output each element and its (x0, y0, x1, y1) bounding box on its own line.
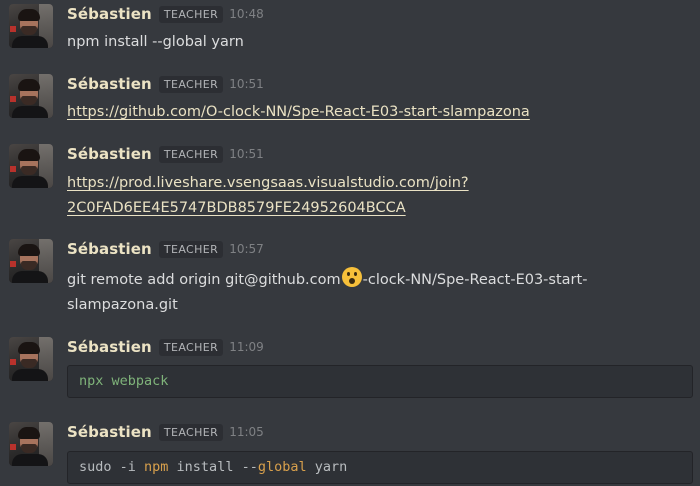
role-badge: TEACHER (158, 338, 224, 356)
code-block: sudo -i npm install --global yarn (67, 451, 693, 484)
role-badge: TEACHER (158, 423, 224, 441)
role-badge: TEACHER (158, 5, 224, 23)
message-header: Sébastien TEACHER 10:51 (67, 144, 264, 164)
message-text: https://prod.liveshare.vsengsaas.visuals… (67, 171, 677, 221)
message-text-part1: git remote add origin git@github.com (67, 272, 341, 288)
code-token: yarn (306, 459, 348, 475)
author-name[interactable]: Sébastien (67, 240, 152, 258)
message-text: npm install --global yarn (67, 34, 244, 50)
code-token: install -- (168, 459, 258, 475)
github-link[interactable]: https://github.com/O-clock-NN/Spe-React-… (67, 104, 530, 120)
message-header: Sébastien TEACHER 11:05 (67, 422, 264, 442)
message-header: Sébastien TEACHER 11:09 (67, 337, 264, 357)
avatar[interactable] (9, 239, 53, 283)
avatar[interactable] (9, 74, 53, 118)
timestamp: 11:05 (229, 425, 264, 439)
message-text-line2: slampazona.git (67, 297, 178, 313)
timestamp: 10:51 (229, 77, 264, 91)
code-text: npx webpack (79, 373, 169, 389)
message-header: Sébastien TEACHER 10:51 (67, 74, 264, 94)
message-header: Sébastien TEACHER 10:48 (67, 4, 264, 24)
author-name[interactable]: Sébastien (67, 145, 152, 163)
message-text-part2: -clock-NN/Spe-React-E03-start- (362, 272, 588, 288)
timestamp: 10:57 (229, 242, 264, 256)
message-header: Sébastien TEACHER 10:57 (67, 239, 264, 259)
avatar[interactable] (9, 337, 53, 381)
avatar[interactable] (9, 4, 53, 48)
author-name[interactable]: Sébastien (67, 75, 152, 93)
author-name[interactable]: Sébastien (67, 5, 152, 23)
author-name[interactable]: Sébastien (67, 338, 152, 356)
avatar[interactable] (9, 422, 53, 466)
liveshare-link-line2[interactable]: 2C0FAD6EE4E5747BDB8579FE24952604BCCA (67, 200, 406, 216)
code-token: sudo -i (79, 459, 145, 475)
role-badge: TEACHER (158, 75, 224, 93)
author-name[interactable]: Sébastien (67, 423, 152, 441)
code-token-keyword: global (257, 459, 307, 475)
astonished-face-icon (341, 267, 362, 287)
code-block: npx webpack (67, 365, 693, 398)
code-token-keyword: npm (144, 459, 169, 475)
role-badge: TEACHER (158, 145, 224, 163)
message-text: https://github.com/O-clock-NN/Spe-React-… (67, 100, 677, 125)
timestamp: 10:48 (229, 7, 264, 21)
timestamp: 11:09 (229, 340, 264, 354)
role-badge: TEACHER (158, 240, 224, 258)
message-text: git remote add origin git@github.com -clo… (67, 267, 677, 318)
avatar[interactable] (9, 144, 53, 188)
liveshare-link-line1[interactable]: https://prod.liveshare.vsengsaas.visuals… (67, 175, 469, 191)
timestamp: 10:51 (229, 147, 264, 161)
